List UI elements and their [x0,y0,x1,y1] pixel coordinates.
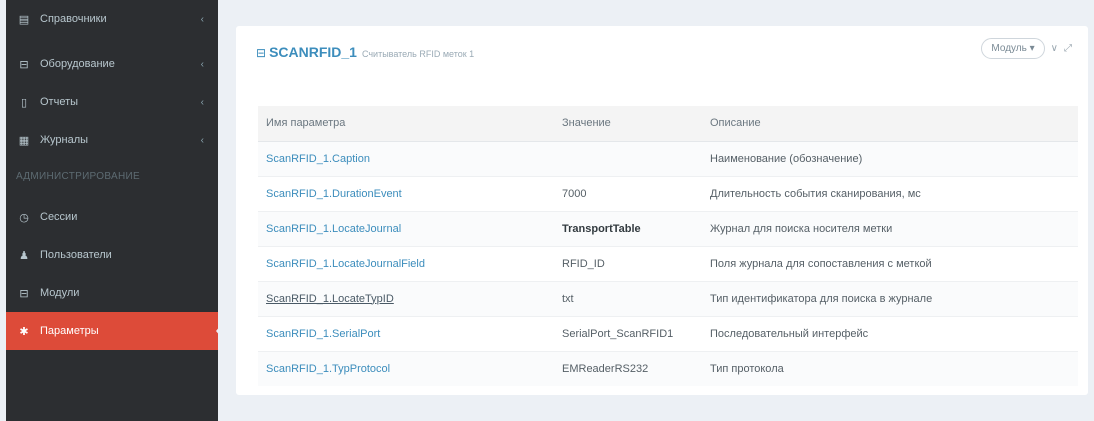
parameters-table: Имя параметра Значение Описание ScanRFID… [258,106,1078,386]
sidebar-item-equipment[interactable]: ⊟ Оборудование ‹ [6,45,218,83]
module-subtitle: Считыватель RFID меток 1 [361,49,475,59]
sidebar-item-directories[interactable]: ▤ Справочники ‹ [6,0,218,38]
param-description-cell: Поля журнала для сопоставления с меткой [702,245,1078,281]
param-name-cell: ScanRFID_1.DurationEvent [258,175,554,211]
expand-icon[interactable]: ⤢ [1064,43,1072,54]
box-tools: Модуль ▾ ∨ ⤢ [981,38,1072,59]
clock-icon: ◷ [19,211,29,224]
sidebar-item-label: Сессии [40,211,78,223]
chevron-left-icon: ‹ [200,58,204,70]
gear-icon: ✱ [19,325,29,338]
param-name-cell: ScanRFID_1.TypProtocol [258,350,554,386]
param-value-cell: txt [554,280,702,316]
sidebar-item-parameters[interactable]: ✱ Параметры [6,312,226,350]
sidebar-item-users[interactable]: ♟ Пользователи [6,236,218,274]
cube-icon: ⊟ [19,58,29,71]
chevron-left-icon: ‹ [200,96,204,108]
parameters-box: ⊟ SCANRFID_1 Считыватель RFID меток 1 Мо… [236,26,1088,395]
param-value-cell: TransportTable [554,210,702,246]
param-description-cell: Длительность события сканирования, мс [702,175,1078,211]
module-dropdown-button[interactable]: Модуль ▾ [981,38,1045,59]
grid-icon: ▦ [18,134,30,147]
param-name-link[interactable]: ScanRFID_1.SerialPort [266,328,380,340]
box-title: ⊟ SCANRFID_1 Считыватель RFID меток 1 [256,44,474,60]
module-title: SCANRFID_1 [269,44,357,60]
param-name-cell: ScanRFID_1.SerialPort [258,315,554,351]
param-value-cell: RFID_ID [554,245,702,281]
module-icon: ⊟ [256,46,267,60]
table-row: ScanRFID_1.LocateJournalField RFID_ID По… [258,245,1078,281]
sidebar-item-label: Параметры [40,325,99,337]
param-name-cell: ScanRFID_1.Caption [258,140,554,176]
active-indicator [216,319,226,343]
sidebar-item-label: Модули [40,287,80,299]
param-description-cell: Последовательный интерфейс [702,315,1078,351]
sidebar-item-label: Пользователи [40,249,112,261]
column-header-name[interactable]: Имя параметра [258,106,554,142]
table-row: ScanRFID_1.DurationEvent 7000 Длительнос… [258,175,1078,211]
param-name-cell: ScanRFID_1.LocateJournalField [258,245,554,281]
sidebar-item-reports[interactable]: ▯ Отчеты ‹ [6,83,218,121]
param-name-link[interactable]: ScanRFID_1.Caption [266,153,370,165]
sidebar-item-journals[interactable]: ▦ Журналы ‹ [6,121,218,159]
param-value-cell: EMReaderRS232 [554,350,702,386]
param-description-cell: Тип идентификатора для поиска в журнале [702,280,1078,316]
column-header-description[interactable]: Описание [702,106,1078,142]
param-description-cell: Журнал для поиска носителя метки [702,210,1078,246]
param-value-cell [554,140,702,176]
table-row: ScanRFID_1.SerialPort SerialPort_ScanRFI… [258,315,1078,351]
table-row: ScanRFID_1.TypProtocol EMReaderRS232 Тип… [258,350,1078,386]
sidebar-item-label: Оборудование [40,58,115,70]
param-name-link[interactable]: ScanRFID_1.TypProtocol [266,363,390,375]
param-name-cell: ScanRFID_1.LocateJournal [258,210,554,246]
param-value-cell: SerialPort_ScanRFID1 [554,315,702,351]
file-icon: ▯ [20,96,28,109]
sidebar-item-label: Отчеты [40,96,79,108]
param-name-cell: ScanRFID_1.LocateTypID [258,280,554,316]
sidebar-item-sessions[interactable]: ◷ Сессии [6,198,218,236]
table-row: ScanRFID_1.LocateJournal TransportTable … [258,210,1078,246]
param-description-cell: Тип протокола [702,350,1078,386]
table-row: ScanRFID_1.LocateTypID txt Тип идентифик… [258,280,1078,316]
param-name-link[interactable]: ScanRFID_1.LocateJournalField [266,258,425,270]
sidebar-item-label: Журналы [40,134,89,146]
table-row: ScanRFID_1.Caption Наименование (обознач… [258,140,1078,176]
module-icon: ⊟ [19,287,29,300]
user-icon: ♟ [19,249,29,262]
book-icon: ▤ [18,13,30,26]
caret-down-icon: ▾ [1029,43,1035,54]
collapse-icon[interactable]: ∨ [1051,43,1058,54]
sidebar-item-label: Справочники [40,13,107,25]
chevron-left-icon: ‹ [200,134,204,146]
table-header-row: Имя параметра Значение Описание [258,106,1078,142]
column-header-value[interactable]: Значение [554,106,702,142]
param-value-cell: 7000 [554,175,702,211]
param-name-link[interactable]: ScanRFID_1.LocateTypID [266,293,394,305]
param-name-link[interactable]: ScanRFID_1.DurationEvent [266,188,402,200]
module-button-label: Модуль [991,43,1027,54]
param-description-cell: Наименование (обозначение) [702,140,1078,176]
chevron-left-icon: ‹ [200,13,204,25]
param-name-link[interactable]: ScanRFID_1.LocateJournal [266,223,401,235]
sidebar-section-header: АДМИНИСТРИРОВАНИЕ [16,171,140,182]
sidebar-item-modules[interactable]: ⊟ Модули [6,274,218,312]
sidebar: ▤ Справочники ‹ ⊟ Оборудование ‹ ▯ Отчет… [6,0,226,421]
